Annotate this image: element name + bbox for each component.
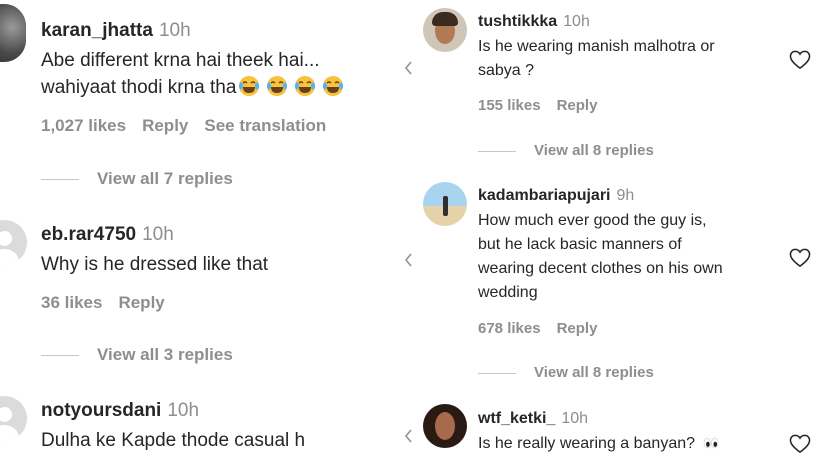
eyes-icon xyxy=(703,437,719,449)
face-with-tears-of-joy-icon xyxy=(295,76,316,96)
timestamp: 10h xyxy=(563,13,590,30)
view-replies-label: View all 8 replies xyxy=(534,364,654,381)
heart-outline-icon[interactable] xyxy=(789,50,811,70)
likes-count[interactable]: 678 likes xyxy=(478,320,541,337)
username[interactable]: karan_jhatta xyxy=(41,20,153,41)
comment-header: tushtikkka 10h xyxy=(478,14,778,30)
username[interactable]: wtf_ketki_ xyxy=(478,410,555,427)
comment-text-line: but he lack basic manners of xyxy=(478,236,682,253)
face-with-tears-of-joy-icon xyxy=(323,76,344,96)
comment-header: kadambariapujari 9h xyxy=(478,188,778,204)
replies-divider xyxy=(41,355,79,357)
comment-actions: 678 likes Reply xyxy=(478,321,613,336)
replies-divider xyxy=(41,179,79,181)
comment-kadambariapujari: kadambariapujari 9h How much ever good th… xyxy=(478,188,778,305)
comment-header: eb.rar4750 10h xyxy=(41,225,406,244)
username[interactable]: kadambariapujari xyxy=(478,187,611,204)
avatar-photo xyxy=(0,4,26,62)
reply-button[interactable]: Reply xyxy=(557,97,598,114)
likes-count[interactable]: 1,027 likes xyxy=(41,116,126,135)
reply-button[interactable]: Reply xyxy=(118,293,164,312)
heart-outline-icon[interactable] xyxy=(789,434,811,454)
reply-button[interactable]: Reply xyxy=(557,320,598,337)
comment-eb-rar4750: eb.rar4750 10h Why is he dressed like tha… xyxy=(41,225,406,278)
comment-wtf-ketki: wtf_ketki_ 10h Is he really wearing a ban… xyxy=(478,411,798,456)
comment-tushtikkka: tushtikkka 10h Is he wearing manish malho… xyxy=(478,14,778,83)
view-replies-button[interactable]: View all 3 replies xyxy=(41,346,233,363)
username[interactable]: notyoursdani xyxy=(41,400,161,421)
username[interactable]: tushtikkka xyxy=(478,13,557,30)
comment-text: Is he wearing manish malhotra or sabya ? xyxy=(478,35,778,83)
avatar-eb-rar4750[interactable] xyxy=(0,220,27,265)
comment-text-line: wearing decent clothes on his own xyxy=(478,260,723,277)
view-replies-label: View all 7 replies xyxy=(97,169,233,188)
avatar-karan-jhatta[interactable] xyxy=(0,4,26,62)
comment-karan-jhatta: karan_jhatta 10h Abe different krna hai t… xyxy=(41,21,406,101)
replies-divider xyxy=(478,150,516,152)
comment-notyoursdani: notyoursdani 10h Dulha ke Kapde thode cas… xyxy=(41,401,406,454)
heart-outline-icon[interactable] xyxy=(789,248,811,268)
comment-text-line-with-emoji: Is he really wearing a banyan? xyxy=(478,432,798,456)
timestamp: 10h xyxy=(167,400,200,421)
avatar-kadambariapujari[interactable] xyxy=(423,182,467,226)
face-with-tears-of-joy-icon xyxy=(267,76,288,96)
comment-actions: 1,027 likes Reply See translation xyxy=(41,117,342,134)
comment-text-line-with-emoji: wahiyaat thodi krna tha xyxy=(41,74,406,101)
comment-text-line: Abe different krna hai theek hai... xyxy=(41,50,320,71)
comment-text: Why is he dressed like that xyxy=(41,254,269,275)
right-comments-panel: tushtikkka 10h Is he wearing manish malho… xyxy=(412,0,830,466)
chevron-left-icon xyxy=(405,253,412,267)
reply-button[interactable]: Reply xyxy=(142,116,188,135)
comment-text: Dulha ke Kapde thode casual h xyxy=(41,430,306,451)
view-replies-button[interactable]: View all 8 replies xyxy=(478,365,654,380)
comment-text: Is he really wearing a banyan? xyxy=(478,435,696,452)
replies-divider xyxy=(478,372,516,374)
avatar-tushtikkka[interactable] xyxy=(423,8,467,52)
comment-actions: 155 likes Reply xyxy=(478,98,613,113)
comment-text-line: How much ever good the guy is, xyxy=(478,212,707,229)
comment-text: Abe different krna hai theek hai... wahi… xyxy=(41,47,406,101)
chevron-left-icon xyxy=(405,429,412,443)
timestamp: 10h xyxy=(142,224,174,245)
avatar-notyoursdani[interactable] xyxy=(0,396,27,441)
comment-text-line: Is he wearing manish malhotra or xyxy=(478,38,715,55)
avatar-face xyxy=(435,412,455,440)
chevron-left-icon xyxy=(405,61,412,75)
timestamp: 10h xyxy=(158,20,191,41)
likes-count[interactable]: 36 likes xyxy=(41,293,102,312)
comment-actions: 36 likes Reply xyxy=(41,294,181,311)
likes-count[interactable]: 155 likes xyxy=(478,97,541,114)
view-replies-label: View all 3 replies xyxy=(97,345,233,364)
avatar-figure xyxy=(443,196,448,216)
comment-text-line: sabya ? xyxy=(478,62,535,79)
comment-text-line: wahiyaat thodi krna tha xyxy=(41,77,237,98)
view-replies-button[interactable]: View all 8 replies xyxy=(478,143,654,158)
view-replies-label: View all 8 replies xyxy=(534,142,654,159)
timestamp: 9h xyxy=(616,187,635,204)
face-with-tears-of-joy-icon xyxy=(239,76,260,96)
timestamp: 10h xyxy=(561,410,589,427)
see-translation-link[interactable]: See translation xyxy=(204,116,326,135)
comment-text: How much ever good the guy is, but he la… xyxy=(478,209,778,305)
view-replies-button[interactable]: View all 7 replies xyxy=(41,170,233,187)
comment-text-line: wedding xyxy=(478,284,538,301)
avatar-hair xyxy=(432,12,458,26)
comment-header: wtf_ketki_ 10h xyxy=(478,411,798,427)
username[interactable]: eb.rar4750 xyxy=(41,224,136,245)
avatar-wtf-ketki[interactable] xyxy=(423,404,467,448)
left-comments-panel: karan_jhatta 10h Abe different krna hai t… xyxy=(0,0,412,466)
comment-header: notyoursdani 10h xyxy=(41,401,406,420)
comment-header: karan_jhatta 10h xyxy=(41,21,406,40)
